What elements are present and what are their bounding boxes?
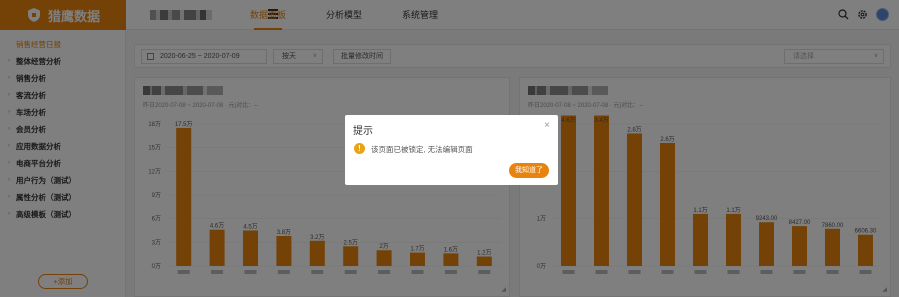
lock-notice-dialog: 提示 × ! 该页面已被锁定, 无法编辑页面 我知道了 [345, 115, 558, 185]
dialog-message: 该页面已被锁定, 无法编辑页面 [371, 145, 473, 154]
close-icon[interactable]: × [544, 120, 550, 131]
dialog-title: 提示 [353, 126, 373, 137]
confirm-button[interactable]: 我知道了 [509, 163, 549, 178]
warning-icon: ! [354, 143, 365, 154]
